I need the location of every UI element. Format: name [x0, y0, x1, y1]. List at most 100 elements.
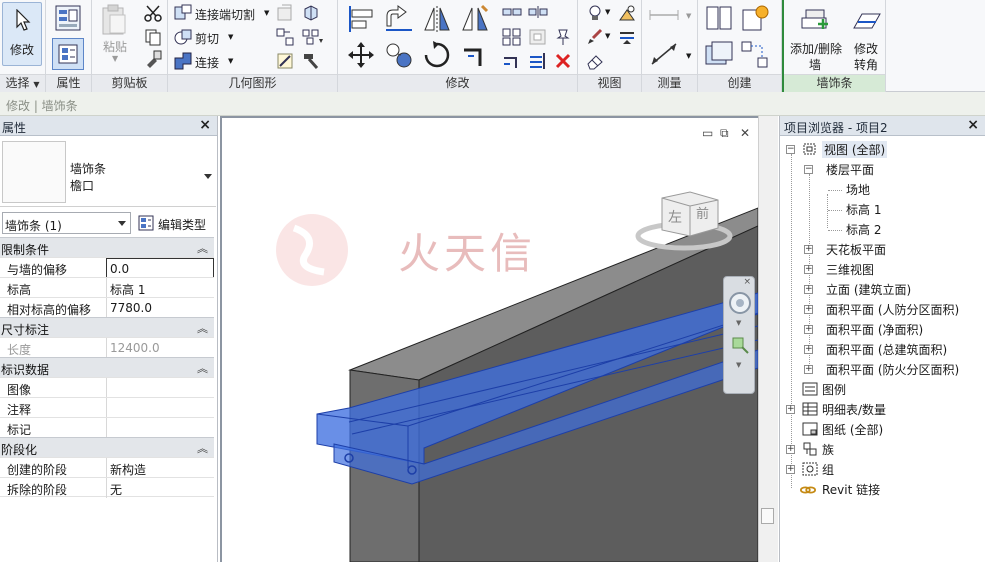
navbar-dropdown-icon[interactable]: ▼	[736, 319, 741, 327]
project-browser-header[interactable]: 项目浏览器 - 项目2 ×	[780, 116, 985, 136]
scrollbar-thumb[interactable]	[761, 508, 774, 524]
image-value[interactable]	[106, 378, 214, 398]
type-dropdown-icon[interactable]	[204, 174, 212, 179]
phase-demolished-value[interactable]: 无	[106, 478, 214, 498]
expand-toggle-icon[interactable]: +	[804, 285, 813, 294]
brush-dropdown-icon[interactable]: ▼	[605, 32, 610, 40]
hide-dropdown-icon[interactable]: ▼	[605, 8, 610, 16]
cut-geometry-dropdown-icon[interactable]: ▼	[228, 33, 233, 41]
move-icon[interactable]	[346, 40, 376, 70]
comments-value[interactable]	[106, 398, 214, 418]
offset-from-level-value[interactable]: 7780.0	[106, 298, 214, 318]
instance-filter-dropdown[interactable]: 墙饰条 (1)	[2, 212, 131, 234]
expand-toggle-icon[interactable]: +	[804, 345, 813, 354]
split-gap-icon[interactable]	[528, 4, 548, 20]
eraser-icon[interactable]	[586, 52, 604, 70]
steering-wheel-icon[interactable]	[728, 291, 752, 315]
split-element-icon[interactable]	[502, 4, 522, 20]
group-identity-data[interactable]: 标识数据 ︽	[0, 357, 214, 377]
edit-type-button[interactable]: 编辑类型	[136, 212, 214, 234]
pin-icon[interactable]	[554, 28, 572, 46]
group-dimensions[interactable]: 尺寸标注 ︽	[0, 317, 214, 337]
aligned-dimension-icon[interactable]	[648, 40, 680, 68]
create-assembly-icon[interactable]	[740, 40, 770, 70]
paint-icon[interactable]	[302, 4, 320, 22]
restore-icon[interactable]: ⧉	[720, 126, 729, 141]
measure-between-icon[interactable]	[648, 6, 680, 24]
expand-toggle-icon[interactable]: +	[804, 245, 813, 254]
zoom-region-icon[interactable]	[730, 335, 750, 355]
modify-returns-button[interactable]: 修改 转角	[846, 2, 886, 72]
expand-toggle-icon[interactable]: +	[786, 465, 795, 474]
cut-geometry-icon[interactable]	[174, 28, 192, 46]
delete-icon[interactable]	[554, 52, 572, 70]
paste-icon[interactable]	[100, 4, 128, 36]
split-face-icon[interactable]	[276, 4, 294, 22]
rotate-icon[interactable]	[422, 40, 452, 70]
pick-new-host-icon[interactable]	[276, 52, 294, 70]
lightbulb-icon[interactable]	[586, 4, 604, 22]
create-similar-icon[interactable]	[740, 4, 770, 34]
viewcube-front-face[interactable]: 前	[696, 206, 709, 222]
expand-toggle-icon[interactable]: +	[804, 265, 813, 274]
copy-element-icon[interactable]	[384, 40, 414, 70]
group-constraints[interactable]: 限制条件 ︽	[0, 237, 214, 257]
expand-toggle-icon[interactable]: +	[804, 325, 813, 334]
wall-joins-icon[interactable]	[276, 28, 294, 46]
phase-created-value[interactable]: 新构造	[106, 458, 214, 478]
create-parts-icon[interactable]	[704, 4, 734, 34]
align-icon[interactable]	[346, 4, 376, 34]
cut-scissors-icon[interactable]	[144, 4, 162, 22]
collapse-chevron-icon[interactable]: ︽	[197, 360, 208, 376]
collapse-chevron-icon[interactable]: ︽	[197, 440, 208, 456]
expand-toggle-icon[interactable]: +	[804, 305, 813, 314]
trim-multiple-icon[interactable]	[528, 52, 548, 70]
paintbrush-icon[interactable]	[586, 28, 604, 46]
type-properties-button[interactable]	[52, 38, 84, 70]
paste-dropdown-icon[interactable]: ▼	[112, 54, 118, 63]
add-remove-walls-button[interactable]: 添加/删除 墙	[786, 2, 844, 72]
collapse-toggle-icon[interactable]: −	[804, 165, 813, 174]
offset-icon[interactable]	[384, 4, 414, 34]
collapse-chevron-icon[interactable]: ︽	[197, 240, 208, 256]
hammer-icon[interactable]	[302, 52, 320, 70]
collapse-toggle-icon[interactable]: −	[786, 145, 795, 154]
properties-header[interactable]: 属性 ×	[0, 116, 217, 136]
cope-icon[interactable]	[174, 4, 192, 22]
level-value[interactable]: 标高 1	[106, 278, 214, 298]
cope-label[interactable]: 连接端切割	[195, 6, 255, 23]
select-panel-title[interactable]: 选择 ▼	[0, 74, 45, 92]
cut-geometry-label[interactable]: 剪切	[195, 30, 219, 47]
properties-icon[interactable]	[54, 4, 82, 32]
3d-viewport[interactable]: 火天信 左 前 ▭ ⧉ ✕ × ▼ ▼	[220, 116, 758, 562]
viewport-scrollbar[interactable]	[758, 116, 778, 562]
join-geometry-label[interactable]: 连接	[195, 54, 219, 71]
navbar-close-icon[interactable]: ×	[743, 277, 751, 287]
expand-toggle-icon[interactable]: +	[786, 405, 795, 414]
trim-single-icon[interactable]	[502, 52, 522, 70]
array-icon[interactable]	[502, 28, 522, 46]
type-selector[interactable]: 墙饰条 檐口	[0, 137, 216, 207]
offset-from-wall-input[interactable]: 0.0	[106, 258, 214, 278]
expand-toggle-icon[interactable]: +	[804, 365, 813, 374]
linework-icon[interactable]	[618, 28, 636, 46]
close-view-icon[interactable]: ✕	[740, 126, 750, 140]
zoom-dropdown-icon[interactable]: ▼	[736, 361, 741, 369]
close-icon[interactable]: ×	[967, 117, 979, 133]
demolish-icon[interactable]	[302, 28, 324, 46]
measure-dropdown-icon[interactable]: ▼	[686, 12, 691, 20]
viewcube-left-face[interactable]: 左	[668, 210, 682, 226]
dimension-dropdown-icon[interactable]: ▼	[686, 52, 691, 60]
close-icon[interactable]: ×	[199, 117, 211, 133]
join-geometry-icon[interactable]	[174, 52, 192, 70]
mirror-draw-icon[interactable]	[460, 4, 490, 34]
create-group-icon[interactable]	[704, 40, 734, 70]
collapse-chevron-icon[interactable]: ︽	[197, 320, 208, 336]
copy-icon[interactable]	[144, 28, 162, 46]
expand-toggle-icon[interactable]: +	[786, 445, 795, 454]
mark-value[interactable]	[106, 418, 214, 438]
mirror-axis-icon[interactable]	[422, 4, 452, 34]
trim-extend-icon[interactable]	[460, 40, 490, 70]
match-properties-icon[interactable]	[144, 50, 162, 68]
3d-model-canvas[interactable]: 火天信 左 前	[222, 118, 758, 562]
